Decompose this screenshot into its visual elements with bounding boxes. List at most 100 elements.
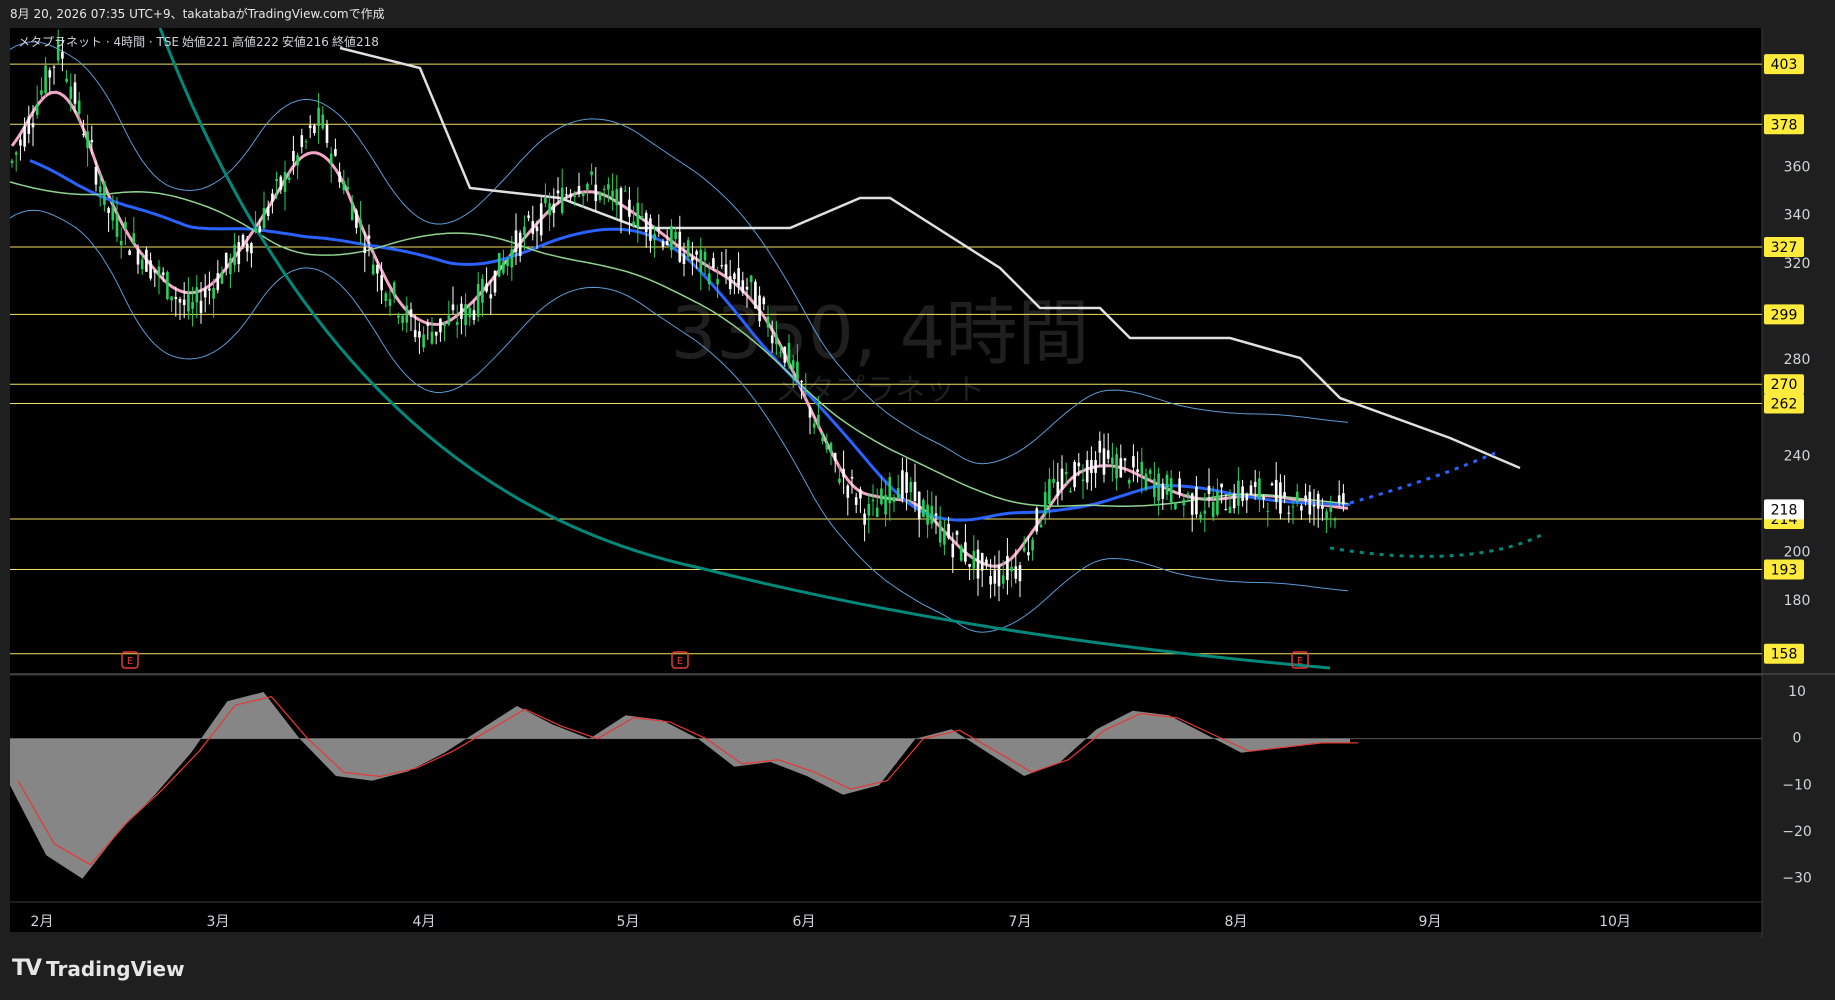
candle-body: [10, 160, 14, 164]
candle-body: [695, 251, 698, 255]
candle-body: [1220, 483, 1223, 488]
candle-body: [493, 270, 497, 293]
candle-body: [783, 346, 787, 363]
tradingview-logo[interactable]: TV TradingView: [12, 956, 185, 981]
candle-body: [892, 497, 896, 503]
candle-body: [552, 203, 556, 213]
candle-body: [985, 559, 988, 565]
chart-svg[interactable]: 3350, 4時間 メタプラネット 4033783272992702622141…: [0, 28, 1835, 940]
price-tick-label: 340: [1784, 208, 1811, 224]
candle-body: [313, 125, 316, 133]
price-tick-label: 180: [1784, 593, 1811, 609]
level-badge-label: 299: [1771, 307, 1798, 323]
candle-body: [1300, 505, 1303, 511]
candle-body: [1115, 454, 1118, 479]
legend-low: 216: [306, 35, 329, 49]
candle-body: [577, 186, 581, 194]
legend-high-label: 高値: [232, 34, 256, 49]
candle-body: [233, 244, 236, 265]
candle-body: [271, 193, 274, 202]
candle-body: [287, 177, 291, 180]
candle-body: [468, 307, 472, 318]
candle-body: [1039, 524, 1043, 528]
level-badge-label: 270: [1771, 377, 1798, 393]
candle-body: [220, 272, 224, 284]
candle-body: [854, 497, 858, 505]
candle-body: [686, 240, 690, 257]
candle-body: [1077, 462, 1081, 467]
candle-body: [947, 523, 950, 539]
candle-body: [565, 194, 568, 196]
candle-body: [959, 545, 963, 561]
level-badge-label: 403: [1771, 57, 1798, 73]
earnings-marker-label: E: [677, 656, 683, 667]
candle-body: [1027, 552, 1030, 556]
candle-body: [409, 309, 413, 317]
candle-body: [346, 187, 350, 190]
level-badge-label: 262: [1771, 396, 1798, 412]
candle-body: [1169, 478, 1173, 503]
candle-body: [1001, 575, 1005, 584]
candle-body: [1216, 491, 1219, 515]
candle-body: [573, 196, 577, 198]
candle-body: [993, 570, 997, 584]
candle-body: [397, 315, 400, 318]
candle-body: [812, 423, 816, 428]
candle-body: [1186, 493, 1190, 496]
candle-body: [867, 503, 871, 516]
candle-body: [296, 155, 299, 166]
candle-body: [48, 70, 52, 78]
candle-body: [712, 258, 715, 268]
candle-body: [401, 315, 404, 323]
candle-body: [90, 140, 94, 143]
osc-tick-label: 10: [1788, 684, 1806, 700]
candle-body: [817, 414, 820, 429]
time-axis-pane: [10, 902, 1762, 930]
candle-body: [279, 176, 283, 190]
candle-body: [1333, 519, 1337, 521]
candle-body: [1258, 478, 1261, 499]
candle-body: [796, 361, 799, 379]
candle-body: [19, 139, 22, 146]
candle-body: [1266, 510, 1270, 512]
candle-body: [1329, 506, 1333, 513]
candle-body: [1321, 505, 1324, 509]
candle-body: [216, 273, 220, 291]
candle-body: [1085, 460, 1089, 483]
candle-body: [640, 216, 644, 219]
candle-body: [262, 208, 266, 229]
candle-body: [1270, 483, 1274, 486]
candle-body: [863, 513, 866, 525]
candle-body: [1174, 503, 1177, 510]
candle-body: [434, 331, 438, 336]
candle-body: [745, 286, 749, 290]
time-tick-label: 8月: [1225, 914, 1248, 930]
candle-body: [292, 151, 295, 162]
candle-body: [1325, 511, 1328, 521]
candle-body: [1224, 509, 1228, 511]
candle-body: [61, 51, 64, 59]
legend-high: 222: [256, 35, 279, 49]
candle-body: [489, 294, 493, 299]
candle-body: [342, 180, 346, 191]
candle-body: [741, 280, 745, 293]
candle-body: [1090, 460, 1093, 474]
candle-body: [1312, 504, 1316, 507]
candle-body: [258, 226, 262, 233]
candle-body: [1287, 512, 1291, 514]
candle-body: [682, 253, 686, 264]
candle-body: [905, 472, 908, 493]
candle-body: [1052, 478, 1055, 483]
candle-body: [661, 241, 665, 247]
candle-body: [1178, 478, 1181, 495]
candle-body: [1190, 493, 1194, 515]
last-price-label: 218: [1771, 502, 1798, 518]
candle-body: [1031, 539, 1034, 551]
candle-body: [1056, 481, 1060, 497]
candle-body: [443, 322, 446, 327]
candle-body: [930, 505, 934, 524]
candle-body: [119, 240, 123, 246]
candle-body: [518, 232, 522, 256]
candle-body: [649, 218, 652, 241]
candle-body: [754, 281, 757, 309]
